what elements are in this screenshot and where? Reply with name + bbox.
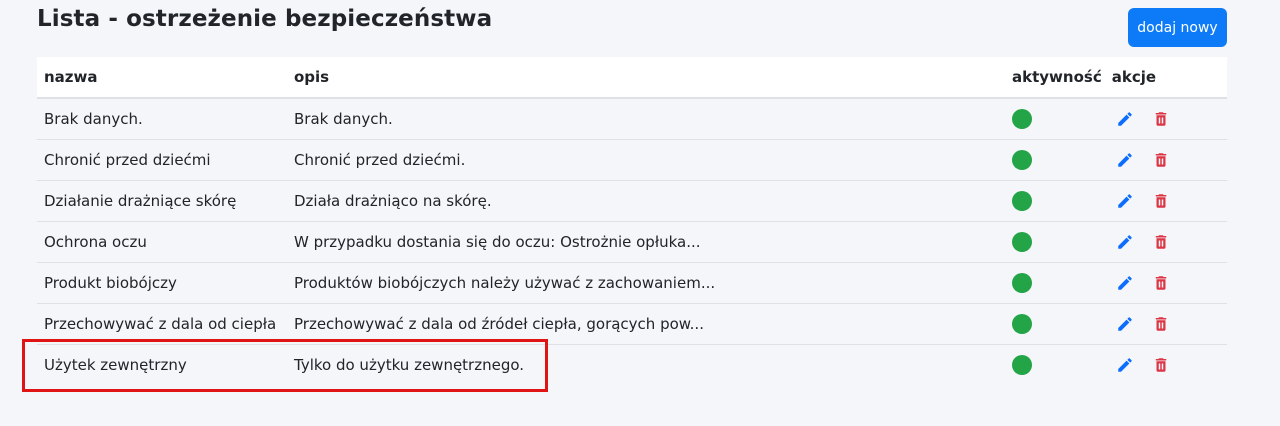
- cell-active: [1006, 180, 1109, 222]
- pencil-icon[interactable]: [1116, 110, 1134, 128]
- pencil-icon[interactable]: [1116, 356, 1134, 374]
- row-actions: [1116, 233, 1170, 251]
- trash-icon[interactable]: [1152, 356, 1170, 374]
- cell-description: Przechowywać z dala od źródeł ciepła, go…: [287, 303, 1006, 345]
- row-actions: [1116, 315, 1170, 333]
- column-header-description[interactable]: opis: [287, 57, 1006, 99]
- add-new-button[interactable]: dodaj nowy: [1128, 8, 1227, 47]
- table-body: Brak danych. Brak danych. Chronić przed …: [37, 98, 1227, 385]
- active-status-icon: [1012, 313, 1032, 334]
- cell-description: Chronić przed dziećmi.: [287, 139, 1006, 181]
- cell-actions: [1108, 180, 1227, 222]
- active-status-icon: [1012, 272, 1032, 293]
- cell-name: Produkt biobójczy: [37, 262, 287, 304]
- table-row[interactable]: Użytek zewnętrzny Tylko do użytku zewnęt…: [37, 344, 1227, 385]
- trash-icon[interactable]: [1152, 315, 1170, 333]
- cell-actions: [1109, 344, 1227, 385]
- active-status-icon: [1012, 231, 1032, 252]
- column-header-name[interactable]: nazwa: [37, 57, 287, 99]
- cell-active: [1006, 98, 1109, 140]
- cell-actions: [1108, 139, 1227, 181]
- warnings-table: nazwa opis aktywność akcje Brak danych. …: [37, 57, 1227, 385]
- cell-name: Chronić przed dziećmi: [37, 139, 287, 181]
- table-row[interactable]: Chronić przed dziećmi Chronić przed dzie…: [37, 139, 1227, 181]
- table-header: nazwa opis aktywność akcje: [37, 57, 1227, 99]
- warnings-table-container: nazwa opis aktywność akcje Brak danych. …: [37, 57, 1227, 385]
- column-header-actions: akcje: [1108, 57, 1227, 99]
- cell-name: Działanie drażniące skórę: [37, 180, 287, 222]
- cell-description: Działa drażniąco na skórę.: [287, 180, 1006, 222]
- pencil-icon[interactable]: [1116, 315, 1134, 333]
- table-row[interactable]: Produkt biobójczy Produktów biobójczych …: [37, 262, 1227, 304]
- cell-actions: [1108, 221, 1227, 263]
- cell-actions: [1108, 303, 1227, 345]
- table-row[interactable]: Brak danych. Brak danych.: [37, 98, 1227, 140]
- cell-name: Przechowywać z dala od ciepła: [37, 303, 287, 345]
- cell-description: Produktów biobójczych należy używać z za…: [287, 262, 1006, 304]
- page-title: Lista - ostrzeżenie bezpieczeństwa: [37, 6, 493, 32]
- active-status-icon: [1012, 354, 1032, 375]
- pencil-icon[interactable]: [1116, 233, 1134, 251]
- pencil-icon[interactable]: [1116, 192, 1134, 210]
- cell-actions: [1108, 98, 1227, 140]
- trash-icon[interactable]: [1152, 274, 1170, 292]
- row-actions: [1116, 274, 1170, 292]
- row-actions: [1116, 151, 1170, 169]
- cell-name: Brak danych.: [37, 98, 287, 140]
- trash-icon[interactable]: [1152, 151, 1170, 169]
- active-status-icon: [1012, 108, 1032, 129]
- cell-active: [1006, 344, 1109, 385]
- pencil-icon[interactable]: [1116, 151, 1134, 169]
- table-row[interactable]: Ochrona oczu W przypadku dostania się do…: [37, 221, 1227, 263]
- cell-name: Użytek zewnętrzny: [44, 355, 187, 374]
- trash-icon[interactable]: [1152, 192, 1170, 210]
- row-actions: [1116, 356, 1170, 374]
- active-status-icon: [1012, 190, 1032, 211]
- row-actions: [1116, 110, 1170, 128]
- trash-icon[interactable]: [1152, 110, 1170, 128]
- trash-icon[interactable]: [1152, 233, 1170, 251]
- cell-actions: [1108, 262, 1227, 304]
- cell-description: Brak danych.: [287, 98, 1006, 140]
- column-header-active[interactable]: aktywność: [1006, 57, 1109, 99]
- cell-active: [1006, 303, 1109, 345]
- cell-active: [1006, 262, 1109, 304]
- table-row[interactable]: Działanie drażniące skórę Działa drażnią…: [37, 180, 1227, 222]
- table-row[interactable]: Przechowywać z dala od ciepła Przechowyw…: [37, 303, 1227, 345]
- cell-description: Tylko do użytku zewnętrznego.: [294, 355, 525, 374]
- cell-description: W przypadku dostania się do oczu: Ostroż…: [287, 221, 1006, 263]
- active-status-icon: [1012, 149, 1032, 170]
- cell-active: [1006, 139, 1109, 181]
- table-header-row: nazwa opis aktywność akcje: [37, 57, 1227, 99]
- cell-name: Ochrona oczu: [37, 221, 287, 263]
- cell-active: [1006, 221, 1109, 263]
- row-actions: [1116, 192, 1170, 210]
- pencil-icon[interactable]: [1116, 274, 1134, 292]
